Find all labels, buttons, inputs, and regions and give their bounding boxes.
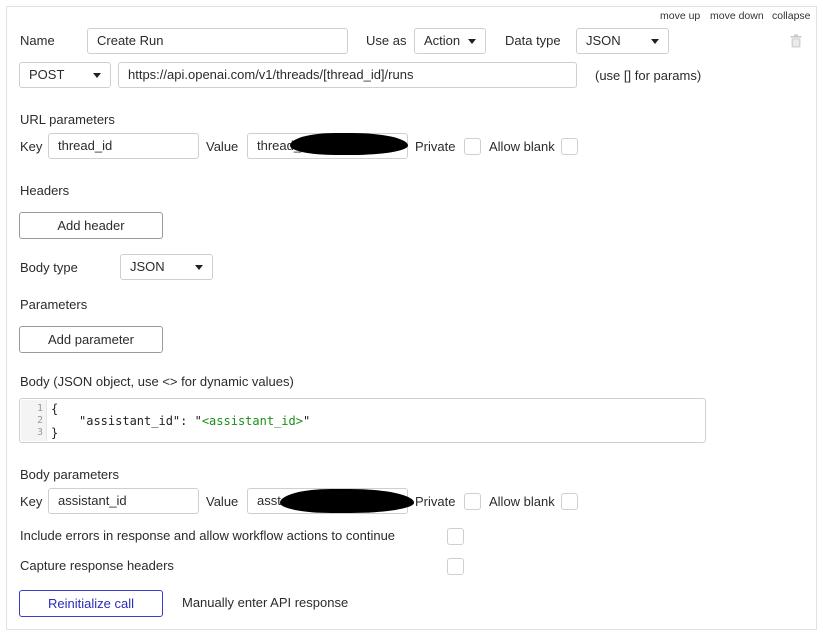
body-param-private-label: Private <box>415 494 456 509</box>
body-type-value: JSON <box>130 259 165 274</box>
code-line: } <box>51 426 59 440</box>
redaction-mark <box>280 489 414 513</box>
url-param-key-input[interactable]: thread_id <box>48 133 199 159</box>
use-as-value: Action <box>424 33 461 48</box>
trash-icon[interactable] <box>790 34 802 51</box>
http-method-value: POST <box>29 67 65 82</box>
url-param-allow-blank-label: Allow blank <box>489 139 555 154</box>
body-param-private-checkbox[interactable] <box>464 493 481 510</box>
chevron-down-icon <box>93 73 101 78</box>
url-param-allow-blank-checkbox[interactable] <box>561 138 578 155</box>
url-param-key-label: Key <box>20 139 43 154</box>
manual-response-link[interactable]: Manually enter API response <box>182 595 348 610</box>
body-param-key-input[interactable]: assistant_id <box>48 488 199 514</box>
body-code-editor[interactable]: 1 2 3 { "assistant_id": "<assistant_id>"… <box>19 398 706 443</box>
url-param-private-checkbox[interactable] <box>464 138 481 155</box>
code-line: { <box>51 402 59 416</box>
move-down-link[interactable]: move down <box>710 10 764 22</box>
redaction-mark <box>290 133 408 155</box>
url-input[interactable]: https://api.openai.com/v1/threads/[threa… <box>118 62 577 88</box>
reinitialize-call-button[interactable]: Reinitialize call <box>19 590 163 617</box>
data-type-label: Data type <box>505 33 561 48</box>
body-param-value-label: Value <box>206 494 239 509</box>
url-param-value-label: Value <box>206 139 239 154</box>
data-type-select[interactable]: JSON <box>576 28 669 54</box>
name-label: Name <box>20 33 55 48</box>
body-heading: Body (JSON object, use <> for dynamic va… <box>20 374 294 389</box>
add-header-button[interactable]: Add header <box>19 212 163 239</box>
http-method-select[interactable]: POST <box>19 62 111 88</box>
body-param-allow-blank-label: Allow blank <box>489 494 555 509</box>
body-type-label: Body type <box>20 260 78 275</box>
chevron-down-icon <box>651 39 659 44</box>
include-errors-checkbox[interactable] <box>447 528 464 545</box>
headers-heading: Headers <box>20 183 70 198</box>
line-number: 1 <box>36 403 43 414</box>
move-up-link[interactable]: move up <box>660 10 700 22</box>
body-param-key-label: Key <box>20 494 43 509</box>
code-json-key: "assistant_id": " <box>79 414 202 428</box>
capture-headers-checkbox[interactable] <box>447 558 464 575</box>
line-number: 3 <box>36 427 43 438</box>
body-param-value-text: asst <box>257 493 281 508</box>
line-number-gutter: 1 2 3 <box>21 400 47 441</box>
url-param-private-label: Private <box>415 139 456 154</box>
capture-headers-label: Capture response headers <box>20 558 174 573</box>
use-as-select[interactable]: Action <box>414 28 486 54</box>
use-as-label: Use as <box>366 33 407 48</box>
include-errors-label: Include errors in response and allow wor… <box>20 528 396 543</box>
line-number: 2 <box>36 415 43 426</box>
body-param-allow-blank-checkbox[interactable] <box>561 493 578 510</box>
chevron-down-icon <box>195 265 203 270</box>
name-input[interactable]: Create Run <box>87 28 348 54</box>
collapse-link[interactable]: collapse <box>772 10 811 22</box>
code-quote: " <box>302 414 311 428</box>
parameters-heading: Parameters <box>20 297 88 312</box>
body-parameters-heading: Body parameters <box>20 467 119 482</box>
body-type-select[interactable]: JSON <box>120 254 213 280</box>
url-parameters-heading: URL parameters <box>20 112 115 127</box>
code-line: "assistant_id": "<assistant_id>" <box>79 414 310 428</box>
data-type-value: JSON <box>586 33 621 48</box>
chevron-down-icon <box>468 39 476 44</box>
url-hint: (use [] for params) <box>595 68 702 83</box>
add-parameter-button[interactable]: Add parameter <box>19 326 163 353</box>
code-dynamic-value: <assistant_id> <box>201 414 303 428</box>
